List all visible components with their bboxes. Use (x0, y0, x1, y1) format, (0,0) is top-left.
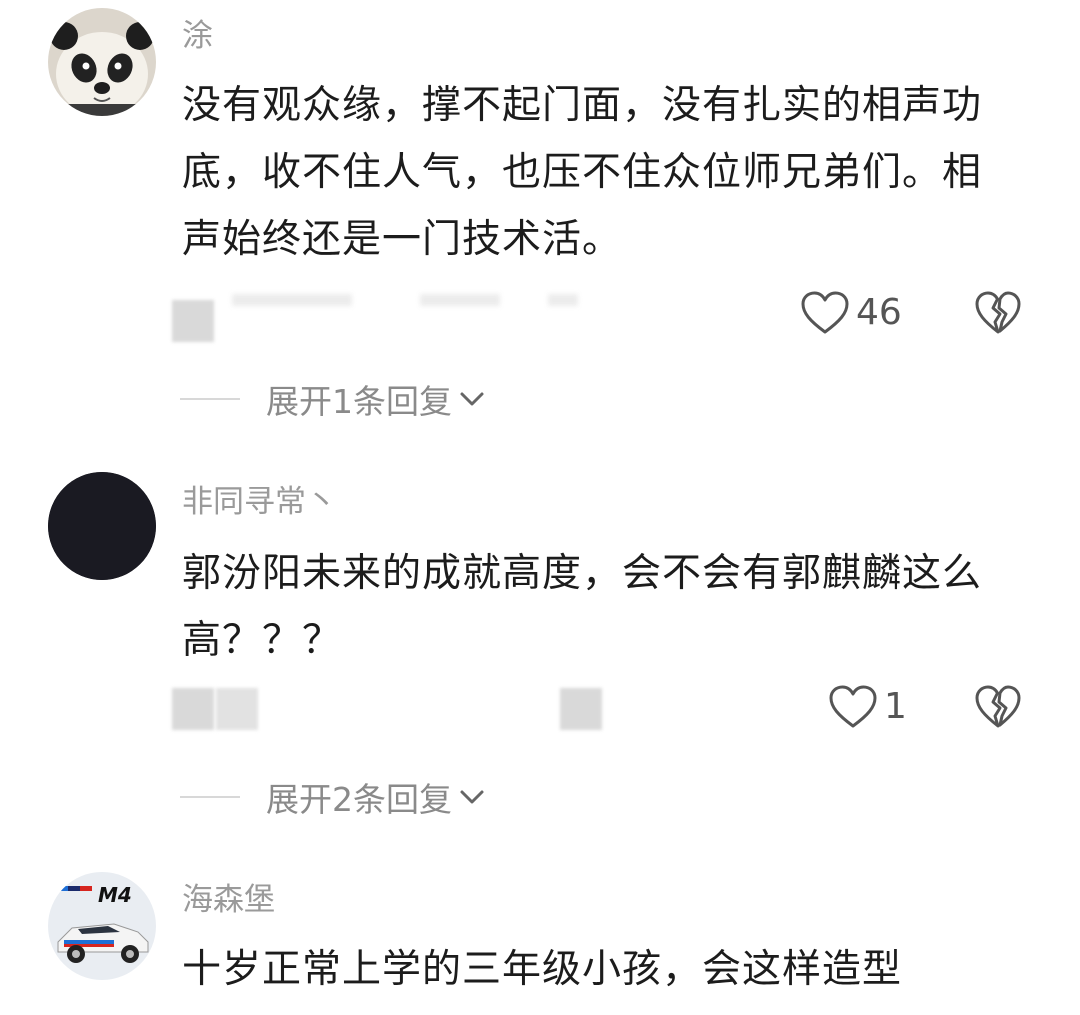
divider-line (180, 398, 240, 400)
expand-replies-label: 展开1条回复 (266, 382, 452, 421)
comment-item: M4 海森堡 十岁正常上学的三年级小孩，会这样造型 (0, 870, 1080, 1015)
username[interactable]: 非同寻常丶 (182, 482, 337, 522)
like-count: 1 (884, 686, 907, 727)
blurred-metadata (172, 688, 214, 730)
dislike-button[interactable] (974, 684, 1022, 734)
divider-line (180, 796, 240, 798)
expand-replies-label: 展开2条回复 (266, 780, 452, 819)
comment-text: 郭汾阳未来的成就高度，会不会有郭麒麟这么高？？？ (182, 551, 983, 663)
comment-text: 没有观众缘，撑不起门面，没有扎实的相声功底，收不住人气，也压不住众位师兄弟们。相… (182, 83, 983, 262)
expand-replies-button[interactable]: 展开1条回复 (180, 374, 486, 424)
bmw-m4-car-avatar-image: M4 (48, 872, 156, 980)
comment-item: 涂 没有观众缘，撑不起门面，没有扎实的相声功底，收不住人气，也压不住众位师兄弟们… (0, 0, 1080, 440)
heart-outline-icon (801, 291, 849, 334)
blurred-metadata (548, 294, 578, 306)
dislike-button[interactable] (974, 290, 1022, 340)
user-avatar[interactable] (48, 472, 156, 580)
heart-outline-icon (829, 685, 877, 728)
comment-meta-row: 1 (0, 680, 1080, 740)
comment-text: 十岁正常上学的三年级小孩，会这样造型 (182, 947, 903, 992)
broken-heart-icon (975, 291, 1021, 334)
broken-heart-icon (975, 685, 1021, 728)
blurred-metadata (232, 294, 352, 306)
svg-text:M4: M4 (98, 883, 132, 907)
like-count: 46 (856, 292, 902, 333)
comment-meta-row: 46 (0, 288, 1080, 348)
chevron-down-icon (460, 392, 484, 406)
comment-item: 非同寻常丶 郭汾阳未来的成就高度，会不会有郭麒麟这么高？？？ 1 展开2条回复 (0, 470, 1080, 850)
user-avatar[interactable]: M4 (48, 872, 156, 980)
blurred-metadata (216, 688, 258, 730)
username[interactable]: 海森堡 (182, 880, 275, 920)
user-avatar[interactable] (48, 8, 156, 116)
dark-avatar-image (48, 472, 156, 580)
blurred-metadata (172, 300, 214, 342)
like-button[interactable]: 46 (800, 290, 902, 336)
chevron-down-icon (460, 790, 484, 804)
username[interactable]: 涂 (182, 16, 213, 56)
expand-replies-button[interactable]: 展开2条回复 (180, 772, 486, 822)
like-button[interactable]: 1 (828, 684, 907, 730)
blurred-metadata (560, 688, 602, 730)
panda-avatar-image (48, 8, 156, 116)
blurred-metadata (420, 294, 500, 306)
